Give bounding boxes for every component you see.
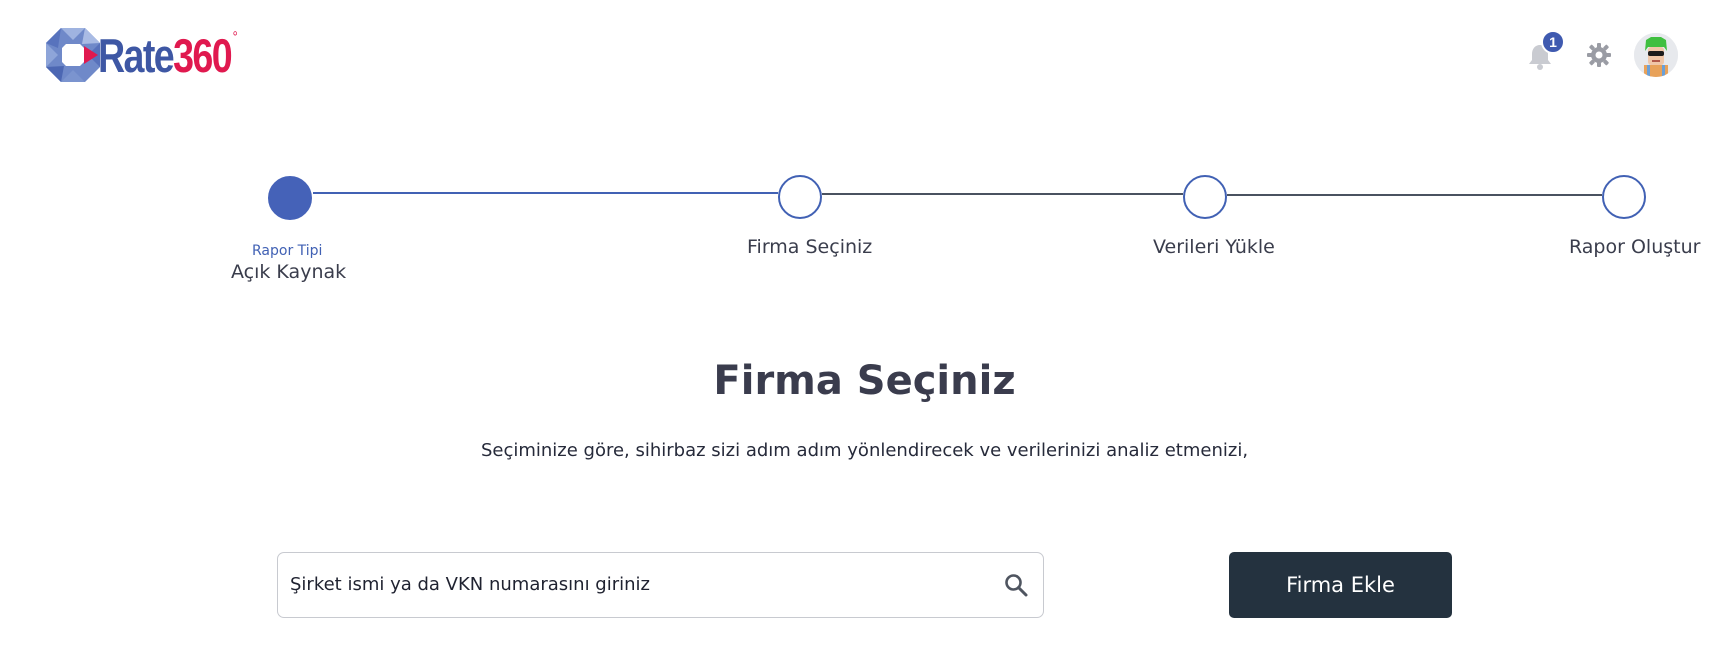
step-3-label: Verileri Yükle <box>1153 236 1275 258</box>
company-search[interactable] <box>277 552 1044 618</box>
step-4-label: Rapor Oluştur <box>1569 236 1701 258</box>
step-4-circle[interactable] <box>1602 175 1646 219</box>
company-search-input[interactable] <box>290 553 990 616</box>
add-company-button[interactable]: Firma Ekle <box>1229 552 1452 618</box>
step-connector-2 <box>822 193 1183 195</box>
wizard-stepper: Rapor Tipi Açık Kaynak Firma Seçiniz Ver… <box>0 0 1729 300</box>
step-connector-3 <box>1227 194 1602 196</box>
step-1-sublabel: Rapor Tipi <box>252 243 323 259</box>
search-icon[interactable] <box>1003 572 1029 598</box>
step-connector-1 <box>313 192 778 194</box>
step-2-label: Firma Seçiniz <box>747 236 873 258</box>
page-subtitle: Seçiminize göre, sihirbaz sizi adım adım… <box>480 440 1249 461</box>
step-3-circle[interactable] <box>1183 175 1227 219</box>
step-1-circle[interactable] <box>268 176 312 220</box>
page: Rate 360 ° 1 Rapor Tipi Açık Kaynak Firm… <box>0 0 1729 652</box>
step-2-circle[interactable] <box>778 175 822 219</box>
step-1-label: Açık Kaynak <box>231 261 347 283</box>
page-title: Firma Seçiniz <box>713 358 1016 404</box>
